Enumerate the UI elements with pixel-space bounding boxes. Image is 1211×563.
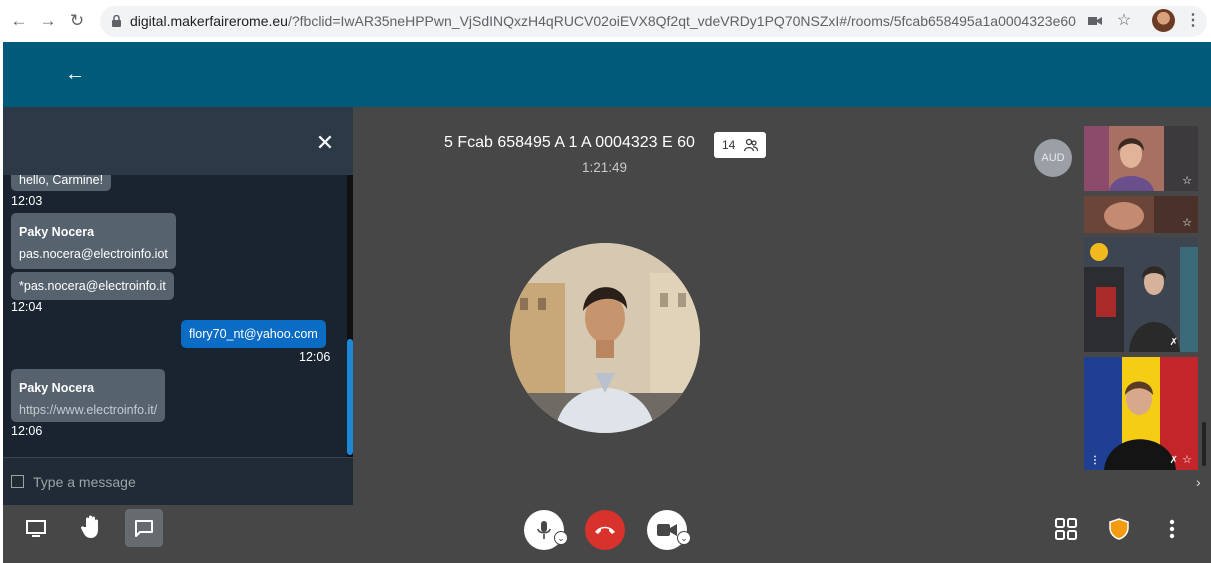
address-bar[interactable]: digital.makerfairerome.eu/?fbclid=IwAR35… (100, 6, 1207, 37)
grid-view-icon (1055, 518, 1077, 540)
thumbnails-scrollbar[interactable] (1202, 422, 1206, 466)
muted-mic-icon: ✗ (1169, 337, 1178, 348)
hangup-icon (595, 526, 615, 534)
room-title: 5 Fcab 658495 A 1 A 0004323 E 60 (444, 134, 695, 151)
bookmark-star-icon[interactable]: ☆ (1114, 8, 1134, 34)
screen-share-icon (26, 520, 46, 537)
message-link[interactable]: https://www.electroinfo.it/ (19, 399, 157, 421)
chat-messages[interactable]: hello, Carmine! 12:03 Paky Nocera pas.no… (3, 175, 353, 457)
hangup-button[interactable] (585, 510, 625, 550)
back-arrow-icon[interactable]: ← (63, 62, 87, 86)
participant-thumbnail[interactable]: ✗ (1084, 237, 1198, 352)
message-time: 12:04 (11, 300, 43, 314)
message-bubble: *pas.nocera@electroinfo.it (11, 272, 174, 300)
chevron-down-icon[interactable]: ⌄ (677, 531, 691, 545)
participant-count: 14 (722, 138, 736, 152)
more-options-button[interactable] (1153, 510, 1191, 548)
raise-hand-button[interactable] (72, 508, 110, 546)
forward-icon[interactable]: → (37, 8, 59, 34)
participants-button[interactable]: 14 (714, 132, 766, 158)
screen-share-button[interactable] (17, 510, 55, 548)
chevron-down-icon[interactable]: ⌄ (554, 531, 568, 545)
message-text: pas.nocera@electroinfo.iot (19, 247, 168, 261)
participant-thumbnail[interactable]: ☆ (1084, 126, 1198, 191)
muted-mic-icon: ✗ (1169, 455, 1178, 466)
message-time: 12:06 (11, 424, 43, 438)
message-bubble: hello, Carmine! (11, 175, 112, 191)
people-icon (744, 138, 758, 152)
grid-view-button[interactable] (1047, 510, 1085, 548)
message-time: 12:06 (299, 350, 331, 364)
security-button[interactable] (1100, 510, 1138, 548)
chevron-right-icon[interactable]: › (1196, 474, 1201, 490)
microphone-icon (537, 521, 551, 539)
profile-avatar[interactable] (1152, 9, 1175, 32)
more-vertical-icon[interactable]: ⋮ (1090, 455, 1100, 466)
browser-toolbar: ← → ↻ digital.makerfairerome.eu/?fbclid=… (0, 0, 1211, 42)
close-icon[interactable]: ✕ (313, 131, 337, 155)
browser-menu-icon[interactable]: ⋮ (1184, 8, 1202, 34)
app-header: ← (3, 42, 1211, 107)
url-text: digital.makerfairerome.eu/?fbclid=IwAR35… (130, 13, 1076, 29)
star-icon[interactable]: ☆ (1182, 453, 1192, 466)
message-bubble: Paky Nocera pas.nocera@electroinfo.iot (11, 213, 176, 269)
reload-icon[interactable]: ↻ (66, 8, 88, 34)
message-sender: Paky Nocera (19, 381, 95, 395)
participant-thumbnail[interactable]: ☆ (1084, 196, 1198, 233)
audience-avatar[interactable]: AUD (1034, 139, 1072, 177)
call-duration: 1:21:49 (582, 160, 628, 175)
star-icon[interactable]: ☆ (1182, 216, 1192, 229)
attach-checkbox[interactable] (11, 475, 24, 488)
lock-icon (112, 15, 121, 27)
speaking-indicator-icon (1090, 243, 1108, 261)
message-time: 12:03 (11, 194, 43, 208)
star-icon[interactable]: ☆ (1182, 174, 1192, 187)
message-bubble: Paky Nocera https://www.electroinfo.it/ (11, 369, 166, 422)
message-sender: Paky Nocera (19, 225, 95, 239)
camera-blocked-icon[interactable] (1085, 8, 1105, 34)
chat-toggle-button[interactable] (125, 509, 163, 547)
camera-icon (657, 524, 677, 536)
chat-icon (135, 520, 153, 537)
shield-icon (1109, 518, 1129, 540)
chat-panel: ✕ hello, Carmine! 12:03 Paky Nocera pas.… (3, 107, 353, 505)
speaker-avatar (510, 243, 700, 433)
chat-scrollbar-thumb[interactable] (347, 339, 353, 455)
chat-header: ✕ (3, 107, 353, 175)
back-icon[interactable]: ← (8, 8, 30, 34)
raise-hand-icon (81, 515, 98, 538)
own-message-bubble: flory70_nt@yahoo.com (181, 320, 326, 348)
participant-thumbnail[interactable]: ⋮ ✗ ☆ (1084, 357, 1198, 470)
more-vertical-icon (1169, 519, 1175, 539)
message-input[interactable] (33, 469, 333, 495)
